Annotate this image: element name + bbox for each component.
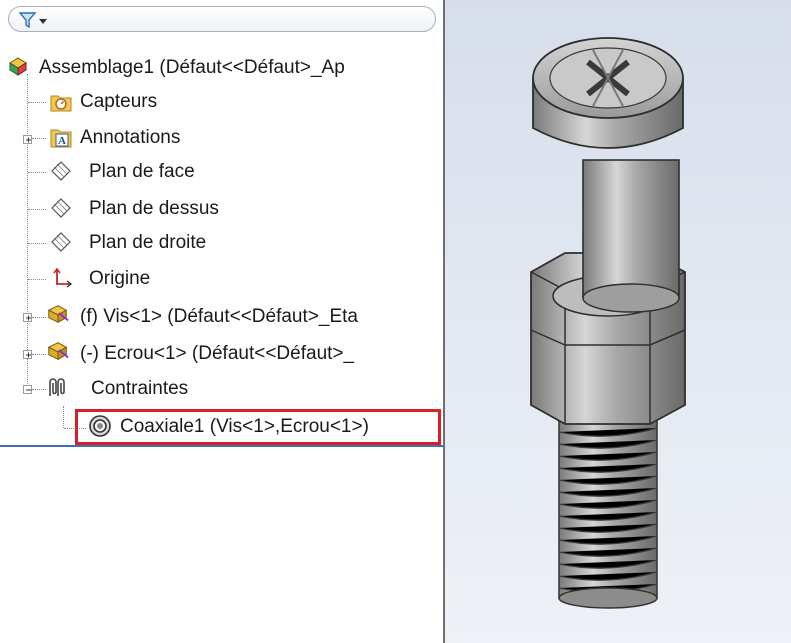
plane-icon xyxy=(51,232,71,252)
part-icon xyxy=(47,305,69,324)
tree-item-label: Annotations xyxy=(80,127,181,148)
tree-item-label: (f) Vis<1> (Défaut<<Défaut>_Eta xyxy=(80,306,358,327)
mates-icon xyxy=(49,378,65,396)
chevron-down-icon xyxy=(39,19,47,24)
tree-item-annotations[interactable]: A Annotations xyxy=(0,122,443,154)
tree-item-label: Contraintes xyxy=(91,378,189,399)
annotations-folder-icon: A xyxy=(50,129,72,148)
tree-item-vis[interactable]: (f) Vis<1> (Défaut<<Défaut>_Eta xyxy=(0,301,443,333)
feature-manager-tree: Assemblage1 (Défaut<<Défaut>_Ap Capteurs… xyxy=(0,0,443,643)
tree-item-plan-de-droite[interactable]: Plan de droite xyxy=(0,227,443,259)
tree-item-label: Plan de face xyxy=(89,161,195,182)
expand-toggle[interactable] xyxy=(23,350,32,359)
part-icon xyxy=(47,342,69,361)
tree-item-label: Origine xyxy=(89,268,151,289)
assembly-icon xyxy=(9,57,27,76)
filter-icon xyxy=(19,12,37,29)
plane-icon xyxy=(51,198,71,218)
tree-item-contraintes[interactable]: Contraintes xyxy=(0,373,443,405)
tree-item-capteurs[interactable]: Capteurs xyxy=(0,86,443,118)
collapse-toggle[interactable] xyxy=(23,385,32,394)
tree-item-origine[interactable]: Origine xyxy=(0,263,443,295)
panel-divider xyxy=(0,445,443,447)
tree-item-label: Plan de dessus xyxy=(89,198,219,219)
tree-item-label: Assemblage1 (Défaut<<Défaut>_Ap xyxy=(39,57,345,78)
expand-toggle[interactable] xyxy=(23,313,32,322)
tree-item-ecrou[interactable]: (-) Ecrou<1> (Défaut<<Défaut>_ xyxy=(0,338,443,370)
tree-item-label: Capteurs xyxy=(80,91,158,112)
plane-icon xyxy=(51,161,71,181)
svg-text:A: A xyxy=(58,135,66,147)
origin-icon xyxy=(53,267,73,288)
tree-item-plan-de-face[interactable]: Plan de face xyxy=(0,156,443,188)
filter-bar[interactable] xyxy=(8,6,436,32)
sensor-folder-icon xyxy=(50,95,72,112)
tree-item-label: Plan de droite xyxy=(89,232,207,253)
graphics-viewport[interactable] xyxy=(445,0,791,643)
tree-item-plan-de-dessus[interactable]: Plan de dessus xyxy=(0,193,443,225)
tree-item-label: (-) Ecrou<1> (Défaut<<Défaut>_ xyxy=(80,343,355,364)
filter-button[interactable] xyxy=(19,11,49,29)
screw-and-nut-model xyxy=(530,37,686,609)
expand-toggle[interactable] xyxy=(23,135,32,144)
tree-item-assembly[interactable]: Assemblage1 (Défaut<<Défaut>_Ap xyxy=(0,52,443,84)
selection-highlight xyxy=(75,409,441,445)
